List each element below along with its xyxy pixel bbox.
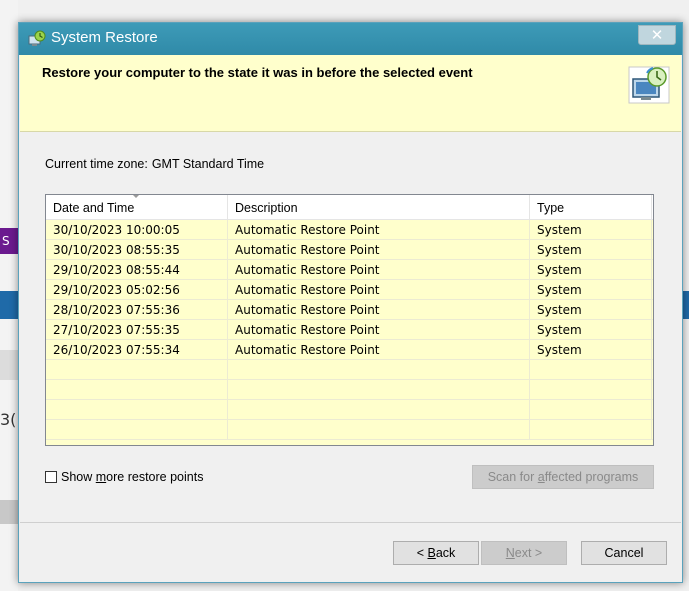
window-title: System Restore xyxy=(51,29,158,46)
cell-type: System xyxy=(530,220,652,240)
cell-description: Automatic Restore Point xyxy=(228,220,530,240)
cell-date: 28/10/2023 07:55:36 xyxy=(46,300,228,320)
show-more-accesskey: m xyxy=(95,470,107,484)
table-row[interactable]: 27/10/2023 07:55:35 Automatic Restore Po… xyxy=(46,320,653,340)
background-purple-tab-label: S xyxy=(2,234,10,248)
table-row[interactable]: 29/10/2023 08:55:44 Automatic Restore Po… xyxy=(46,260,653,280)
background-blue-bar-right xyxy=(683,291,689,319)
back-label-start: < xyxy=(416,546,428,560)
table-row[interactable]: 26/10/2023 07:55:34 Automatic Restore Po… xyxy=(46,340,653,360)
list-header: Date and Time Description Type xyxy=(46,195,653,220)
background-blue-bar-left xyxy=(0,291,18,319)
cell-date: 30/10/2023 08:55:35 xyxy=(46,240,228,260)
restore-computer-icon xyxy=(628,66,670,104)
column-header-date-label: Date and Time xyxy=(53,201,135,215)
cell-date: 29/10/2023 05:02:56 xyxy=(46,280,228,300)
scan-label-start: Scan for xyxy=(487,470,538,484)
show-more-label-start: Show xyxy=(61,470,96,484)
show-more-label[interactable]: Show more restore points xyxy=(61,470,203,484)
cell-type: System xyxy=(530,340,652,360)
system-restore-icon xyxy=(28,30,46,46)
back-label-end: ack xyxy=(435,546,456,560)
cell-description: Automatic Restore Point xyxy=(228,260,530,280)
timezone-label: Current time zone: xyxy=(45,157,148,171)
header-band: Restore your computer to the state it wa… xyxy=(20,55,681,132)
cell-date: 27/10/2023 07:55:35 xyxy=(46,320,228,340)
cell-description: Automatic Restore Point xyxy=(228,320,530,340)
table-row[interactable]: 30/10/2023 10:00:05 Automatic Restore Po… xyxy=(46,220,653,240)
column-header-type-label: Type xyxy=(537,201,565,215)
scan-label-end: ffected programs xyxy=(544,470,639,484)
empty-row xyxy=(46,420,653,440)
system-restore-dialog: System Restore ✕ Restore your computer t… xyxy=(18,22,683,583)
show-more-checkbox[interactable] xyxy=(45,471,57,483)
background-gray-block xyxy=(0,350,18,380)
page-heading: Restore your computer to the state it wa… xyxy=(42,65,473,80)
empty-row xyxy=(46,360,653,380)
empty-row xyxy=(46,380,653,400)
next-button[interactable]: Next > xyxy=(481,541,567,565)
footer-divider xyxy=(20,522,681,523)
timezone-info: Current time zone: GMT Standard Time xyxy=(45,157,268,171)
restore-points-list[interactable]: Date and Time Description Type 30/10/202… xyxy=(45,194,654,446)
cell-description: Automatic Restore Point xyxy=(228,300,530,320)
cell-date: 26/10/2023 07:55:34 xyxy=(46,340,228,360)
cancel-button[interactable]: Cancel xyxy=(581,541,667,565)
sort-descending-icon xyxy=(132,195,140,198)
back-button[interactable]: < Back xyxy=(393,541,479,565)
close-button[interactable]: ✕ xyxy=(638,25,676,45)
table-row[interactable]: 28/10/2023 07:55:36 Automatic Restore Po… xyxy=(46,300,653,320)
cell-type: System xyxy=(530,280,652,300)
titlebar[interactable]: System Restore ✕ xyxy=(19,23,682,55)
close-icon: ✕ xyxy=(650,26,664,44)
timezone-value: GMT Standard Time xyxy=(151,157,265,171)
cell-type: System xyxy=(530,320,652,340)
background-gray-block-lower xyxy=(0,500,18,524)
scan-affected-programs-button[interactable]: Scan for affected programs xyxy=(472,465,654,489)
cell-type: System xyxy=(530,260,652,280)
scan-accesskey: a xyxy=(537,470,545,484)
next-accesskey: N xyxy=(505,546,515,560)
cell-description: Automatic Restore Point xyxy=(228,280,530,300)
background-text: 3( xyxy=(0,410,17,429)
column-header-description[interactable]: Description xyxy=(228,195,530,219)
column-header-type[interactable]: Type xyxy=(530,195,652,219)
cell-description: Automatic Restore Point xyxy=(228,240,530,260)
table-row[interactable]: 29/10/2023 05:02:56 Automatic Restore Po… xyxy=(46,280,653,300)
cell-date: 29/10/2023 08:55:44 xyxy=(46,260,228,280)
next-label-end: ext > xyxy=(514,546,543,560)
show-more-label-end: ore restore points xyxy=(106,470,204,484)
background-purple-tab: S xyxy=(0,228,18,254)
back-accesskey: B xyxy=(427,546,436,560)
empty-row xyxy=(46,400,653,420)
column-header-date[interactable]: Date and Time xyxy=(46,195,228,219)
cell-date: 30/10/2023 10:00:05 xyxy=(46,220,228,240)
cell-type: System xyxy=(530,300,652,320)
table-row[interactable]: 30/10/2023 08:55:35 Automatic Restore Po… xyxy=(46,240,653,260)
cell-type: System xyxy=(530,240,652,260)
column-header-description-label: Description xyxy=(235,201,298,215)
cell-description: Automatic Restore Point xyxy=(228,340,530,360)
